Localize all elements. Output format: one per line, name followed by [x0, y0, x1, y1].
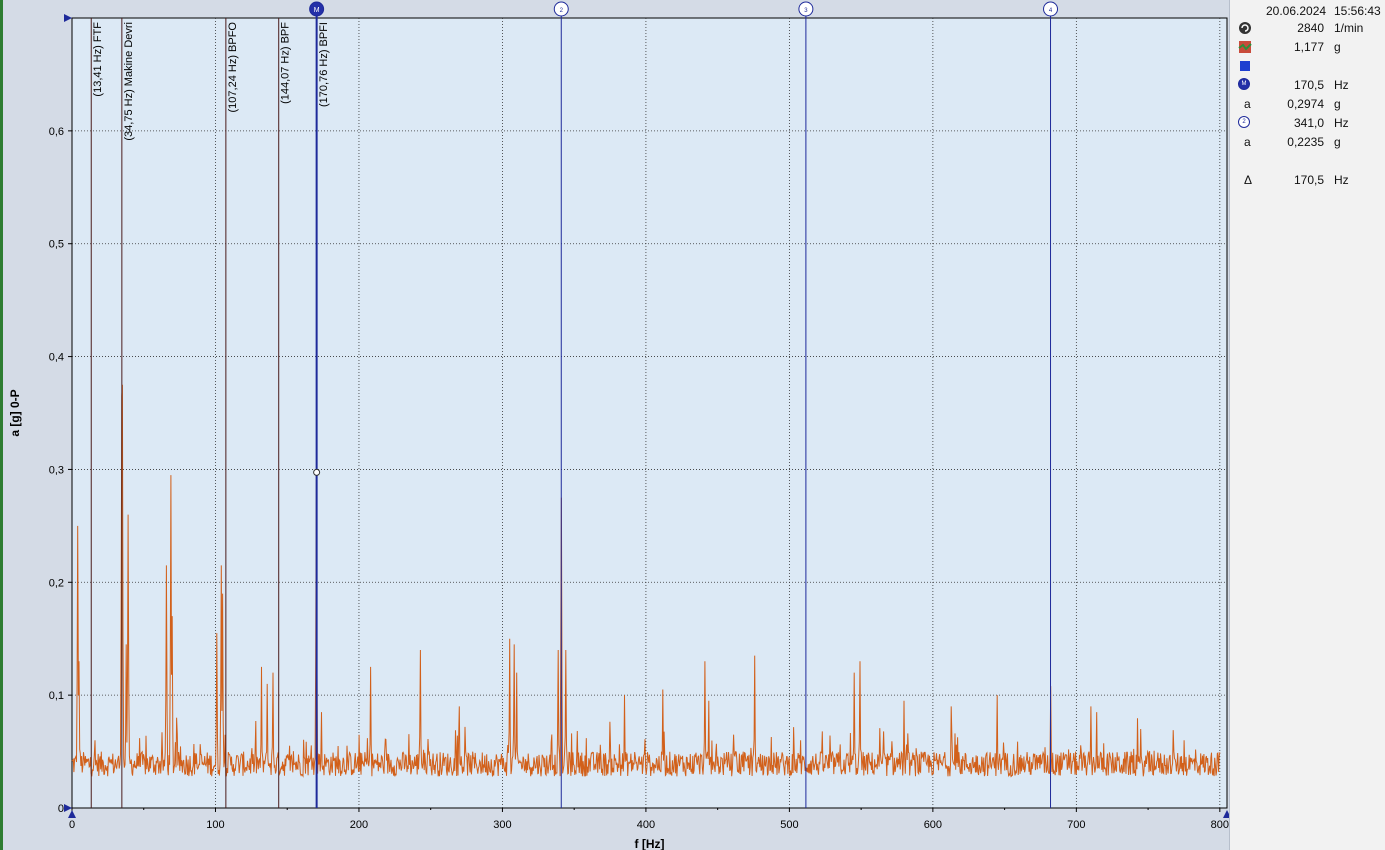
x-tick-label: 600 — [924, 819, 942, 831]
marker-2-frequency-unit: Hz — [1334, 116, 1349, 130]
y-axis-label: a [g] 0-P — [8, 389, 22, 436]
measurement-time: 15:56:43 — [1334, 4, 1381, 18]
x-tick-label: 0 — [69, 819, 75, 831]
y-axis-bottom-arrow[interactable] — [64, 804, 72, 812]
x-tick-label: 300 — [493, 819, 511, 831]
spectrum-chart[interactable]: 0 100 200 300 400 500 600 700 800 0 0,1 0,2 0,3 0,4 0,… — [3, 0, 1229, 850]
fault-frequency-label: (107,24 Hz) BPFO — [227, 22, 239, 113]
x-axis-label: f [Hz] — [635, 837, 665, 850]
marker-m-amplitude-unit: g — [1334, 97, 1341, 111]
marker-m-frequency-unit: Hz — [1334, 78, 1349, 92]
readout-row-overall: 1,177 g — [1230, 38, 1385, 57]
spectrum-chart-area[interactable]: 0 100 200 300 400 500 600 700 800 0 0,1 0,2 0,3 0,4 0,… — [3, 0, 1229, 850]
readout-row-marker-2-freq: 2 341,0 Hz — [1230, 114, 1385, 133]
marker-m-amplitude: 0,2974 — [1287, 97, 1324, 111]
fault-frequency-label: (13,41 Hz) FTF — [92, 22, 104, 97]
blue-square-icon — [1240, 61, 1250, 71]
overall-icon — [1238, 41, 1252, 53]
delta-frequency: 170,5 — [1293, 173, 1324, 187]
x-tick-label: 100 — [206, 819, 224, 831]
x-tick-label: 500 — [780, 819, 798, 831]
cursor-label: M — [314, 7, 320, 14]
fault-frequency-label: (144,07 Hz) BPF — [280, 22, 292, 104]
y-tick-label: 0,1 — [49, 690, 64, 702]
readout-row-rpm: 2840 1/min — [1230, 19, 1385, 38]
readout-row-marker-2-amp: a 0,2235 g — [1230, 133, 1385, 152]
x-tick-label: 200 — [350, 819, 368, 831]
x-tick-label: 800 — [1211, 819, 1229, 831]
y-tick-label: 0,5 — [49, 239, 64, 251]
y-tick-label: 0 — [58, 803, 64, 815]
y-tick-label: 0,3 — [49, 464, 64, 476]
rpm-icon — [1239, 22, 1251, 34]
amplitude-symbol: a — [1244, 135, 1251, 149]
y-tick-label: 0,4 — [49, 352, 64, 364]
readout-row-blue — [1230, 57, 1385, 76]
x-tick-label: 400 — [637, 819, 655, 831]
amplitude-symbol: a — [1244, 97, 1251, 111]
x-axis-left-arrow[interactable] — [68, 810, 76, 818]
marker-m-frequency: 170,5 — [1293, 78, 1324, 92]
readout-row-marker-m-freq: M 170,5 Hz — [1230, 76, 1385, 95]
delta-symbol: Δ — [1244, 173, 1253, 187]
cursor-point — [313, 468, 321, 476]
x-tick-label: 700 — [1067, 819, 1085, 831]
timestamp-row: 20.06.2024 15:56:43 — [1230, 0, 1385, 19]
y-axis-top-arrow[interactable] — [64, 14, 72, 22]
marker-2-amplitude: 0,2235 — [1287, 135, 1324, 149]
readout-row-marker-m-amp: a 0,2974 g — [1230, 95, 1385, 114]
rpm-value: 2840 — [1297, 21, 1324, 35]
marker-2-frequency: 341,0 — [1293, 116, 1324, 130]
marker-m-icon: M — [1238, 78, 1250, 90]
delta-frequency-unit: Hz — [1334, 173, 1349, 187]
measurement-date: 20.06.2024 — [1266, 4, 1327, 18]
marker-2-amplitude-unit: g — [1334, 135, 1341, 149]
y-tick-label: 0,6 — [49, 126, 64, 138]
y-tick-label: 0,2 — [49, 577, 64, 589]
plot-background[interactable] — [71, 17, 1228, 809]
rpm-unit: 1/min — [1334, 21, 1364, 35]
fault-frequency-label: (34,75 Hz) Makine Devri — [123, 22, 135, 141]
overall-unit: g — [1334, 40, 1341, 54]
marker-2-icon: 2 — [1238, 116, 1250, 128]
cursor-readout-panel: 20.06.2024 15:56:43 2840 1/min 1,177 g M… — [1229, 0, 1385, 850]
readout-row-delta: Δ 170,5 Hz — [1230, 171, 1385, 190]
fault-frequency-label: (170,76 Hz) BPFI — [318, 22, 330, 107]
overall-value: 1,177 — [1293, 40, 1324, 54]
